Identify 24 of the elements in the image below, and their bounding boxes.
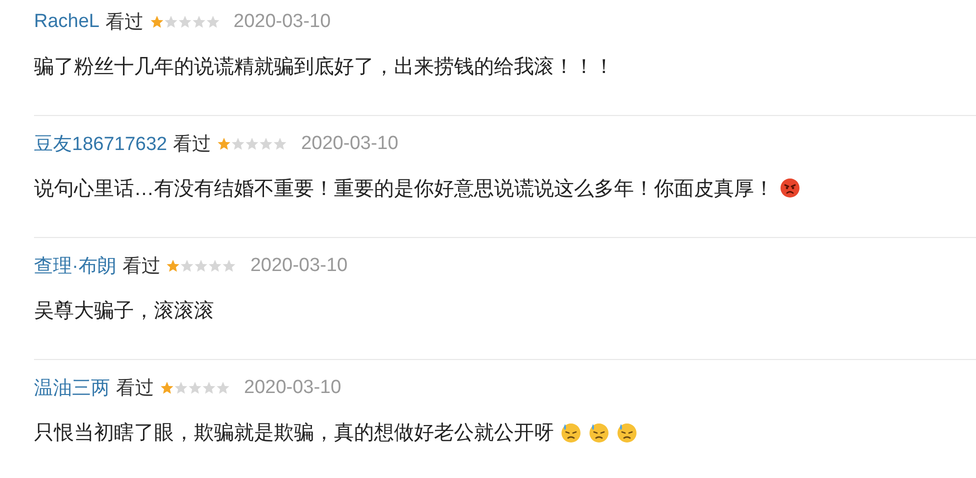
user-link[interactable]: 豆友186717632: [34, 131, 168, 157]
sweat-face-icon: [588, 421, 610, 443]
sweat-face-icon: [616, 421, 638, 443]
comment-date: 2020-03-10: [301, 133, 398, 155]
watch-status: 看过: [122, 255, 160, 279]
filled-star-icon: [160, 381, 174, 395]
filled-star-icon: [150, 15, 164, 29]
sweat-face-icon: [560, 421, 582, 443]
user-link[interactable]: RacheL: [34, 11, 100, 33]
comment-text: 说句心里话…有没有结婚不重要！重要的是你好意思说谎说这么多年！你面皮真厚！: [34, 176, 774, 202]
filled-star-icon: [166, 259, 180, 273]
watch-status: 看过: [106, 11, 144, 35]
watch-status: 看过: [173, 133, 212, 157]
comment-date: 2020-03-10: [250, 255, 348, 277]
comment-text: 吴尊大骗子，滚滚滚: [34, 298, 214, 324]
watch-status: 看过: [116, 377, 154, 401]
comment-text: 只恨当初瞎了眼，欺骗就是欺骗，真的想做好老公就公开呀: [34, 420, 554, 446]
comment-date: 2020-03-10: [244, 377, 342, 399]
angry-face-icon: [780, 178, 800, 198]
comment-text: 骗了粉丝十几年的说谎精就骗到底好了，出来捞钱的给我滚！！！: [34, 54, 614, 80]
user-link[interactable]: 温油三两: [34, 375, 110, 401]
user-link[interactable]: 查理·布朗: [34, 253, 116, 279]
comment-date: 2020-03-10: [234, 11, 331, 33]
filled-star-icon: [217, 137, 232, 151]
